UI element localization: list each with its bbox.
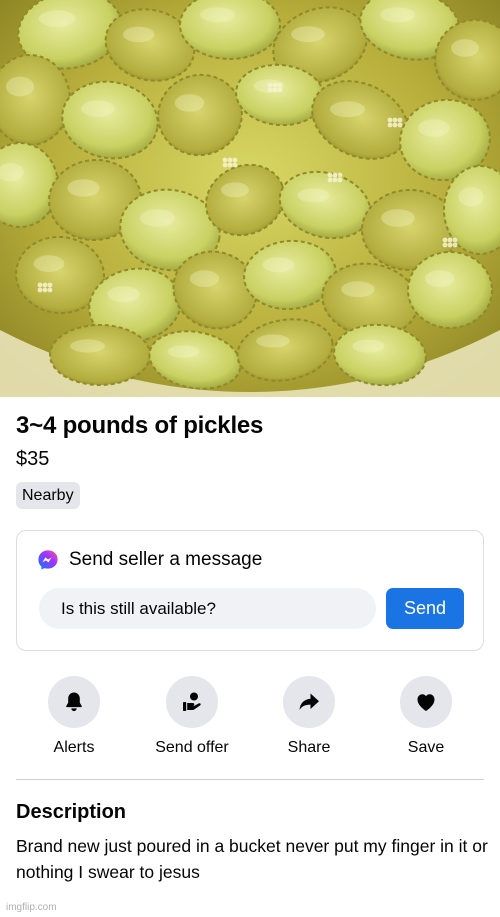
pickle-slice-highlight xyxy=(424,270,455,287)
pickle-slice-highlight xyxy=(33,255,65,272)
brine-bubble xyxy=(442,242,448,248)
brine-bubble xyxy=(452,237,458,243)
pickle-slice-highlight xyxy=(291,26,325,43)
share-arrow-icon xyxy=(299,693,319,710)
pickle-slice-highlight xyxy=(381,209,415,227)
brine-bubble xyxy=(232,162,238,168)
description-body: Brand new just poured in a bucket never … xyxy=(16,836,488,882)
listing-actions: Alerts Send offer Share Save xyxy=(0,676,500,766)
pickle-slice-highlight xyxy=(70,339,105,353)
brine-bubble xyxy=(277,82,283,88)
brine-bubble xyxy=(272,87,278,93)
brine-bubble xyxy=(397,117,403,123)
pickle-slice-highlight xyxy=(123,26,155,43)
brine-bubble xyxy=(267,82,273,88)
listing-price: $35 xyxy=(16,448,50,470)
pickle-slice xyxy=(407,251,493,329)
alerts-icon-circle[interactable] xyxy=(48,676,100,728)
brine-bubble xyxy=(452,242,458,248)
pickle-slice-highlight xyxy=(81,100,115,117)
send-offer-button[interactable]: Send offer xyxy=(137,676,247,757)
brine-bubble xyxy=(447,242,453,248)
message-input[interactable]: Is this still available? xyxy=(39,588,376,629)
pickle-slice-highlight xyxy=(67,179,100,197)
brine-bubble xyxy=(42,287,48,293)
share-icon-circle[interactable] xyxy=(283,676,335,728)
save-label: Save xyxy=(407,739,445,756)
save-button[interactable]: Save xyxy=(371,676,481,757)
pickle-slice-highlight xyxy=(38,10,76,27)
brine-bubble xyxy=(42,282,48,288)
share-button[interactable]: Share xyxy=(254,676,364,757)
alerts-label: Alerts xyxy=(53,739,95,756)
location-badge[interactable]: Nearby xyxy=(16,482,80,509)
brine-bubble xyxy=(47,287,53,293)
brine-bubble xyxy=(267,87,273,93)
brine-bubble xyxy=(47,282,53,288)
alerts-button[interactable]: Alerts xyxy=(19,676,129,757)
share-label: Share xyxy=(287,739,331,756)
section-divider xyxy=(16,779,484,780)
listing-photo[interactable] xyxy=(0,0,500,397)
watermark: imgflip.com xyxy=(6,902,57,913)
pickle-slice-highlight xyxy=(341,281,375,298)
send-button[interactable]: Send xyxy=(386,588,464,629)
brine-bubble xyxy=(222,157,228,163)
brine-bubble xyxy=(227,162,233,168)
pickle-slice-highlight xyxy=(140,209,175,227)
brine-bubble xyxy=(232,157,238,163)
listing-title: 3~4 pounds of pickles xyxy=(16,412,264,439)
pickle-slice-highlight xyxy=(6,76,34,97)
brine-bubble xyxy=(37,287,43,293)
pickle-slice-highlight xyxy=(330,101,365,118)
pickle-slice-highlight xyxy=(380,7,415,23)
brine-bubble xyxy=(337,177,343,183)
pickle-slice-highlight xyxy=(189,270,220,287)
message-card-header: Send seller a message xyxy=(37,549,262,571)
heart-icon xyxy=(417,694,435,711)
brine-bubble xyxy=(277,87,283,93)
brine-bubble xyxy=(332,172,338,178)
brine-bubble xyxy=(387,122,393,128)
bell-icon xyxy=(66,692,82,712)
send-offer-icon xyxy=(183,692,201,711)
save-icon-circle[interactable] xyxy=(400,676,452,728)
send-offer-icon-circle[interactable] xyxy=(166,676,218,728)
brine-bubble xyxy=(222,162,228,168)
pickle-slice-highlight xyxy=(200,7,235,23)
message-seller-card: Send seller a message Is this still avai… xyxy=(16,530,484,651)
brine-bubble xyxy=(387,117,393,123)
pickle-slice-highlight xyxy=(352,339,385,353)
message-card-heading: Send seller a message xyxy=(69,549,263,570)
brine-bubble xyxy=(397,122,403,128)
brine-bubble xyxy=(442,237,448,243)
brine-bubble xyxy=(392,122,398,128)
brine-bubble xyxy=(392,117,398,123)
pickle-slice-highlight xyxy=(297,188,330,203)
pickle-slice-highlight xyxy=(458,187,484,207)
description-heading: Description xyxy=(16,801,127,823)
pickle-slice xyxy=(49,324,151,386)
brine-bubble xyxy=(332,177,338,183)
brine-bubble xyxy=(37,282,43,288)
pickle-slice-highlight xyxy=(174,94,205,112)
brine-bubble xyxy=(227,157,233,163)
brine-bubble xyxy=(337,172,343,178)
pickle-slice-highlight xyxy=(107,286,140,303)
brine-bubble xyxy=(327,172,333,178)
pickle-slice-highlight xyxy=(451,39,479,57)
pickle-slice-highlight xyxy=(221,182,249,198)
send-offer-label: Send offer xyxy=(155,739,229,756)
pickle-slice-highlight xyxy=(262,257,295,273)
brine-bubble xyxy=(327,177,333,183)
pickle-slice-highlight xyxy=(256,334,290,348)
pickle-slice-highlight xyxy=(167,345,200,358)
messenger-icon xyxy=(38,550,58,570)
pickle-slice-highlight xyxy=(418,119,450,137)
pickle-slices-illustration xyxy=(0,0,500,397)
brine-bubble xyxy=(272,82,278,88)
brine-bubble xyxy=(447,237,453,243)
